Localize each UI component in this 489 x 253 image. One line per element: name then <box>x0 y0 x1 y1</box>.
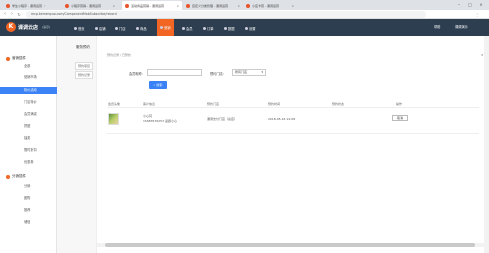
subnav-title: 服务预约 <box>76 45 90 49</box>
store-name: 课调支付门店（总店） <box>207 117 238 121</box>
sidebar-item-bargain[interactable]: 砍价活动 <box>0 87 57 94</box>
nav-goods[interactable]: 商品 <box>136 24 147 32</box>
shop-icon <box>115 26 118 30</box>
nav-home[interactable]: 首页 <box>74 24 85 32</box>
table-row: 小心同 15683576253 蓝颜小心 课调支付门店（总店） 2018-05-… <box>107 108 479 134</box>
plugin-icon <box>6 56 10 61</box>
logo-subtext: (演示) <box>42 25 51 29</box>
subnav-item-projects[interactable]: 预约项目 <box>75 62 94 70</box>
close-tab-icon[interactable]: × <box>176 4 179 8</box>
members-icon <box>182 26 185 30</box>
forward-icon[interactable]: › <box>9 11 15 18</box>
booking-time: 2018-05-16 14:08 <box>268 117 296 121</box>
sidebar-item-store-special[interactable]: 门店特价 <box>0 99 57 106</box>
orders-icon <box>203 26 206 30</box>
sidebar-item-stored-value[interactable]: 储值 <box>0 219 57 226</box>
subnav-item-records[interactable]: 预约记录 <box>75 71 94 79</box>
scrollbar-thumb[interactable] <box>105 243 475 247</box>
browser-tab-3[interactable]: 活动商品营销 - 课调运营 × <box>122 1 182 10</box>
browser-tab-1[interactable]: 学生小程序 - 课调运营× <box>3 1 45 10</box>
browser-tab-bar: 学生小程序 - 课调运营× 小程序营销 - 课调运营× 活动商品营销 - 课调运… <box>0 0 489 10</box>
customer-name: 小心同 <box>143 114 153 118</box>
th-action: 操作 <box>396 102 403 106</box>
th-avatar: 会员头像 <box>108 102 121 106</box>
th-store: 预约门店 <box>207 102 220 106</box>
browser-tab-2[interactable]: 小程序营销 - 课调运营 × <box>62 1 118 10</box>
store-select[interactable]: 所有门店 ▾ <box>232 69 266 76</box>
table-header: 会员头像 客户信息 预约门店 预约时间 预约状态 操作 <box>107 100 479 108</box>
cancel-button[interactable]: 取消 <box>392 115 408 121</box>
plugin-icon <box>6 174 10 179</box>
close-tab-icon[interactable]: × <box>291 4 294 8</box>
logo[interactable]: K 课调云店 (演示) <box>6 22 50 32</box>
favicon-icon <box>6 3 10 8</box>
nav-settings[interactable]: 设置 <box>245 24 256 32</box>
browser-tab-4[interactable]: 自定义分类管理 - 课调运营 × <box>183 1 243 10</box>
nav-store[interactable]: 店铺 <box>95 24 106 32</box>
nav-orders[interactable]: 订单 <box>203 24 214 32</box>
sidebar-item-all[interactable]: 全部 <box>0 63 57 70</box>
back-icon[interactable]: ‹ <box>2 11 8 18</box>
maximize-icon[interactable]: □ <box>466 1 474 8</box>
account-menu[interactable]: 课调演示 <box>455 24 468 29</box>
chevron-down-icon: ▾ <box>261 70 263 74</box>
menu-icon[interactable]: ⋮ <box>474 11 480 18</box>
sidebar: 营销插件 全部 营销市场 砍价活动 门店特价 会员满减 拼团 抽奖 限时折扣 优… <box>0 36 57 253</box>
sidebar-item-group-buy[interactable]: 拼团 <box>0 123 57 130</box>
help-link[interactable]: 帮助 <box>434 24 440 29</box>
customer-phone: 15683576253 蓝颜小心 <box>143 119 177 123</box>
sidebar-item-flash-sale[interactable]: 限时折扣 <box>0 147 57 154</box>
th-customer: 客户信息 <box>143 102 156 106</box>
breadcrumb: 预约记录 / 已预约 <box>107 53 131 57</box>
sidebar-item-lottery[interactable]: 抽奖 <box>0 135 57 142</box>
store-label: 预约门店： <box>210 72 226 76</box>
sidebar-item-member-discount[interactable]: 会员满减 <box>0 111 57 118</box>
sidebar-item-market[interactable]: 营销市场 <box>0 74 57 81</box>
horizontal-scrollbar[interactable] <box>97 243 484 247</box>
search-button[interactable]: ⌕ 搜索 <box>149 81 167 89</box>
close-tab-icon[interactable]: × <box>112 4 115 8</box>
th-status: 预约状态 <box>332 102 345 106</box>
marketing-icon <box>160 26 163 29</box>
data-icon <box>224 26 227 30</box>
address-bar: ‹ › ↻ mcp.kemenpuo.com/ComponentMobSubsc… <box>0 10 489 19</box>
close-tab-icon[interactable]: × <box>237 4 240 8</box>
sidebar-item-team[interactable]: 团购 <box>0 195 57 202</box>
main-content: 预约记录 / 已预约 ✕ 会员昵称： 预约门店： 所有门店 ▾ ⌕ 搜索 会员头像… <box>97 36 489 253</box>
sidebar-item-distribution[interactable]: 分销 <box>0 183 57 190</box>
store-icon <box>95 26 98 30</box>
sub-navigation: 服务预约 预约项目 预约记录 <box>57 36 97 253</box>
nav-shops[interactable]: 门店 <box>115 24 126 32</box>
logo-text: 课调云店 <box>18 24 39 31</box>
avatar <box>108 113 119 125</box>
home-icon <box>74 26 77 30</box>
reload-icon[interactable]: ↻ <box>16 11 22 18</box>
vertical-scrollbar[interactable] <box>484 36 489 253</box>
nav-marketing[interactable]: 营销 <box>157 19 174 36</box>
nav-members[interactable]: 会员 <box>182 24 193 32</box>
sidebar-group-distribution[interactable]: 分销插件 <box>6 174 26 179</box>
sidebar-item-referral[interactable]: 推荐 <box>0 207 57 214</box>
nickname-label: 会员昵称： <box>129 72 145 76</box>
browser-tab-5[interactable]: 小店卡营 - 课调运营 × <box>243 1 297 10</box>
goods-icon <box>136 26 139 30</box>
favicon-icon <box>186 3 190 8</box>
nav-data[interactable]: 数据 <box>224 24 235 32</box>
favicon-icon <box>246 3 250 8</box>
minimize-icon[interactable]: – <box>455 1 463 8</box>
sidebar-item-coupon[interactable]: 优惠券 <box>0 159 57 166</box>
close-window-icon[interactable]: × <box>477 1 485 8</box>
nickname-input[interactable] <box>147 69 202 76</box>
favicon-icon <box>65 3 69 8</box>
top-navigation: K 课调云店 (演示) 首页 店铺 门店 商品 营销 会员 订单 数据 设置 帮… <box>0 19 489 36</box>
sidebar-group-marketing[interactable]: 营销插件 <box>6 56 26 61</box>
th-time: 预约时间 <box>268 102 281 106</box>
favicon-icon <box>125 3 129 8</box>
url-field[interactable]: mcp.kemenpuo.com/ComponentMobSubscribe/r… <box>26 11 426 18</box>
gear-icon <box>245 26 248 30</box>
logo-badge: K <box>6 22 16 32</box>
close-tab-icon[interactable]: × <box>44 4 45 8</box>
